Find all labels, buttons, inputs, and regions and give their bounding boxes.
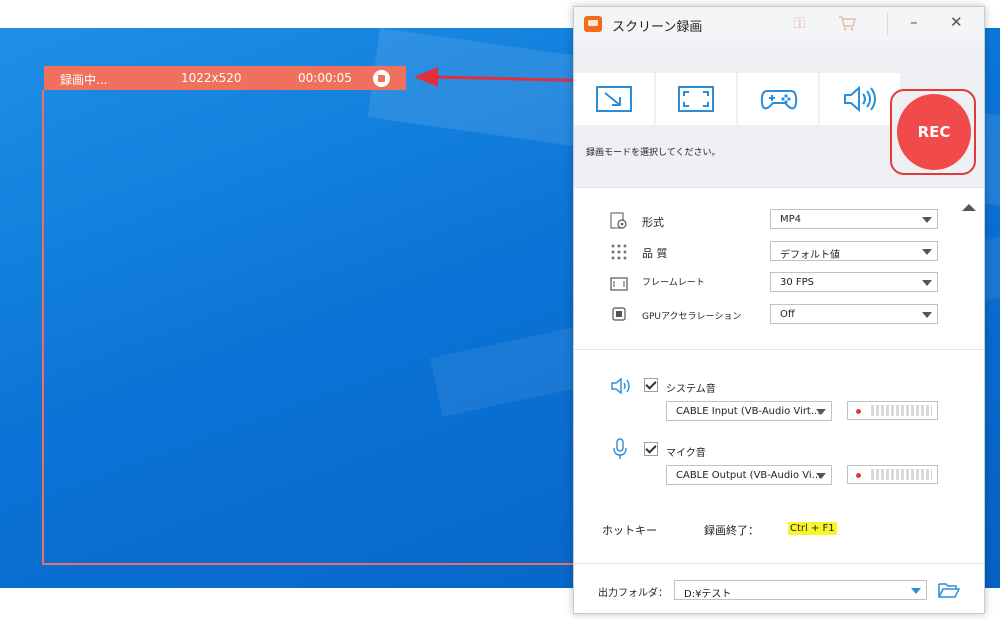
format-settings-icon <box>610 212 627 229</box>
title-bar: スクリーン録画 ⚿ – ✕ <box>574 7 984 41</box>
rec-button-label: REC <box>897 94 971 170</box>
speaker-icon <box>611 377 630 395</box>
framerate-label: フレームレート <box>642 278 705 288</box>
quality-value: デフォルト値 <box>780 250 840 261</box>
gpu-chip-icon <box>612 307 626 321</box>
recording-elapsed-time: 00:00:05 <box>298 71 352 85</box>
screen: 録画中... 1022x520 00:00:05 スクリーン録画 ⚿ – ✕ R… <box>0 0 1000 619</box>
framerate-value: 30 FPS <box>780 277 815 288</box>
hotkey-label: ホットキー <box>602 524 657 537</box>
format-value: MP4 <box>780 214 802 225</box>
framerate-select[interactable]: 30 FPS <box>770 272 938 292</box>
framerate-icon <box>610 277 628 291</box>
mic-level-meter <box>847 465 938 484</box>
output-folder-label: 出力フォルダ： <box>598 588 668 599</box>
stop-recording-icon[interactable] <box>373 70 390 87</box>
system-audio-checkbox[interactable] <box>644 378 658 392</box>
output-folder-path: D:¥テスト <box>684 589 732 600</box>
hotkey-stop-key[interactable]: Ctrl + F1 <box>788 522 837 535</box>
fullscreen-icon <box>678 86 714 112</box>
recording-resolution: 1022x520 <box>181 71 242 85</box>
format-label: 形式 <box>642 216 664 229</box>
minimize-icon[interactable]: – <box>910 13 918 31</box>
mic-device: CABLE Output (VB-Audio Vi... <box>676 470 822 481</box>
region-capture-icon <box>596 86 632 112</box>
region-capture-button[interactable] <box>574 73 654 125</box>
collapse-panel-icon[interactable] <box>962 204 976 211</box>
game-controller-icon <box>760 90 798 110</box>
gpu-label: GPUアクセラレーション <box>642 312 742 322</box>
title-separator <box>887 13 888 35</box>
mode-toolbar: REC 録画モードを選択してください。 <box>574 41 984 211</box>
mode-hint-text: 録画モードを選択してください。 <box>586 148 721 158</box>
window-title: スクリーン録画 <box>612 20 703 35</box>
recording-region-frame <box>42 90 576 565</box>
level-indicator-dot <box>856 409 861 414</box>
output-folder-select[interactable]: D:¥テスト <box>674 580 927 600</box>
divider <box>574 563 984 564</box>
level-indicator-dot <box>856 473 861 478</box>
system-audio-level-meter <box>847 401 938 420</box>
hotkey-stop-label: 録画終了： <box>704 524 759 537</box>
gpu-value: Off <box>780 309 795 320</box>
microphone-icon <box>613 438 627 459</box>
audio-only-button[interactable] <box>820 73 900 125</box>
open-folder-icon[interactable] <box>938 581 960 599</box>
recording-status-text: 録画中... <box>60 73 108 87</box>
fullscreen-button[interactable] <box>656 73 736 125</box>
quality-label: 品 質 <box>642 247 668 260</box>
close-icon[interactable]: ✕ <box>950 13 963 31</box>
format-select[interactable]: MP4 <box>770 209 938 229</box>
game-mode-button[interactable] <box>738 73 818 125</box>
gpu-select[interactable]: Off <box>770 304 938 324</box>
mic-audio-label: マイク音 <box>666 448 706 459</box>
screen-recorder-window: スクリーン録画 ⚿ – ✕ REC 録画モードを選択してください。 形式 MP4… <box>573 6 985 614</box>
mic-audio-checkbox[interactable] <box>644 442 658 456</box>
level-bars <box>871 405 932 416</box>
level-bars <box>871 469 932 480</box>
quality-select[interactable]: デフォルト値 <box>770 241 938 261</box>
key-icon[interactable]: ⚿ <box>794 14 805 32</box>
rec-button[interactable]: REC <box>890 89 976 175</box>
system-audio-device-select[interactable]: CABLE Input (VB-Audio Virt... <box>666 401 832 421</box>
cart-icon[interactable] <box>838 15 856 31</box>
system-audio-device: CABLE Input (VB-Audio Virt... <box>676 406 821 417</box>
system-audio-label: システム音 <box>666 384 716 395</box>
divider <box>574 349 984 350</box>
quality-icon <box>611 244 627 260</box>
divider <box>574 187 984 188</box>
audio-only-icon <box>844 85 876 113</box>
app-logo-icon <box>584 16 602 32</box>
recording-status-bar: 録画中... 1022x520 00:00:05 <box>44 66 406 90</box>
mic-device-select[interactable]: CABLE Output (VB-Audio Vi... <box>666 465 832 485</box>
